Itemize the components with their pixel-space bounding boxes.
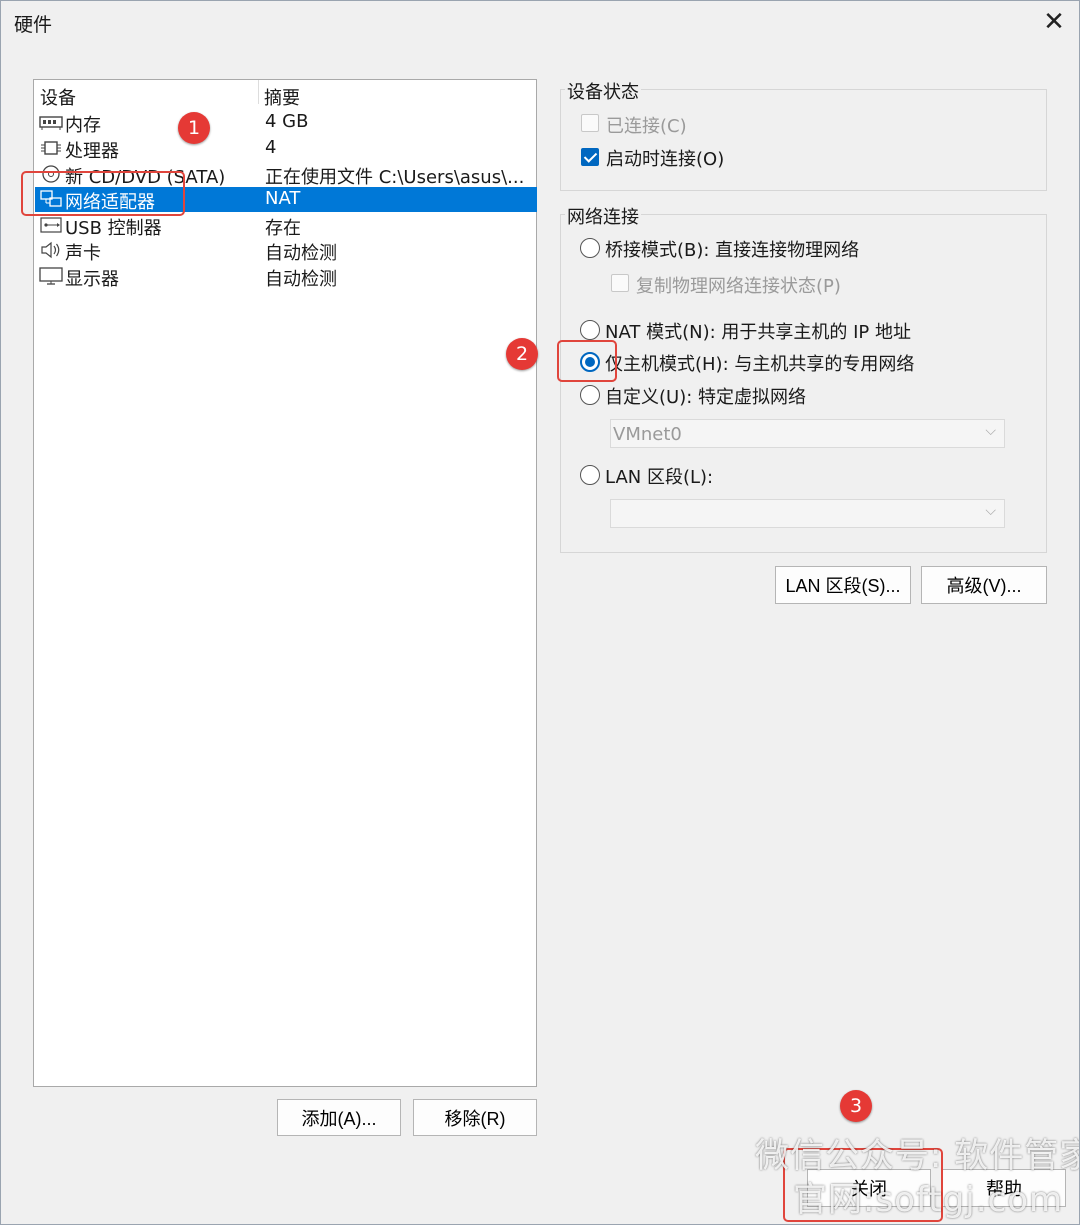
monitor-icon (39, 267, 63, 285)
device-summary: 自动检测 (265, 269, 337, 290)
network-connection-label: 网络连接 (565, 203, 641, 229)
device-status-label: 设备状态 (565, 78, 641, 104)
nat-mode-label[interactable]: NAT 模式(N): 用于共享主机的 IP 地址 (605, 318, 911, 344)
cd-dvd-icon (42, 165, 60, 183)
lan-segment-radio[interactable] (580, 465, 600, 485)
device-name: 新 CD/DVD (SATA) (65, 167, 226, 188)
device-summary: 自动检测 (265, 243, 337, 264)
annotation-badge-3: 3 (840, 1090, 872, 1122)
device-summary: 4 GB (265, 111, 309, 132)
annotation-badge-2: 2 (506, 338, 538, 370)
annotation-badge-1: 1 (178, 112, 210, 144)
cpu-icon (41, 141, 61, 155)
host-only-label[interactable]: 仅主机模式(H): 与主机共享的专用网络 (605, 350, 914, 376)
device-status-group (560, 89, 1047, 191)
chevron-down-icon: ⌵ (985, 503, 996, 519)
device-row-sound-card[interactable]: 声卡 自动检测 (35, 238, 537, 264)
connect-on-start-checkbox[interactable] (581, 148, 599, 166)
column-header-device[interactable]: 设备 (40, 84, 76, 110)
connect-on-start-label[interactable]: 启动时连接(O) (606, 145, 724, 171)
nat-mode-radio[interactable] (580, 320, 600, 340)
device-row-memory[interactable]: 内存 4 GB (35, 110, 537, 136)
lan-segment-select[interactable]: ⌵ (610, 499, 1005, 528)
advanced-button[interactable]: 高级(V)... (921, 566, 1047, 604)
device-name: 声卡 (65, 243, 101, 264)
device-row-cd-dvd[interactable]: 新 CD/DVD (SATA) 正在使用文件 C:\Users\asus\... (35, 162, 537, 188)
custom-network-label[interactable]: 自定义(U): 特定虚拟网络 (605, 383, 806, 409)
memory-icon (39, 116, 63, 130)
device-name: USB 控制器 (65, 218, 162, 239)
title-bar (0, 0, 1080, 46)
connected-checkbox[interactable] (581, 114, 599, 132)
device-list[interactable]: 设备 摘要 内存 4 GB 处理器 4 新 CD/DVD (SATA) 正在使用… (33, 79, 537, 1087)
device-name: 处理器 (65, 141, 119, 162)
column-divider[interactable] (258, 80, 259, 104)
lan-segments-button[interactable]: LAN 区段(S)... (775, 566, 911, 604)
chevron-down-icon: ⌵ (985, 423, 996, 439)
close-button[interactable]: 关闭 (807, 1169, 931, 1207)
window-title: 硬件 (14, 14, 53, 36)
custom-network-radio[interactable] (580, 385, 600, 405)
custom-network-select[interactable]: VMnet0 ⌵ (610, 419, 1005, 448)
device-row-usb[interactable]: USB 控制器 存在 (35, 213, 537, 239)
device-row-network-adapter[interactable]: 网络适配器 NAT (35, 187, 537, 213)
network-adapter-icon (40, 190, 62, 207)
device-summary: NAT (265, 188, 301, 209)
host-only-radio[interactable] (580, 352, 600, 372)
custom-network-value: VMnet0 (613, 424, 682, 445)
bridged-mode-radio[interactable] (580, 238, 600, 258)
device-name: 内存 (65, 115, 101, 136)
replicate-state-checkbox[interactable] (611, 274, 629, 292)
speaker-icon (41, 241, 60, 259)
column-header-summary[interactable]: 摘要 (264, 84, 300, 110)
device-row-processor[interactable]: 处理器 4 (35, 136, 537, 162)
remove-device-button[interactable]: 移除(R) (413, 1099, 537, 1136)
usb-icon (40, 217, 62, 233)
device-name: 显示器 (65, 269, 119, 290)
device-row-display[interactable]: 显示器 自动检测 (35, 264, 537, 290)
replicate-state-label: 复制物理网络连接状态(P) (636, 276, 841, 297)
connected-label: 已连接(C) (606, 116, 687, 137)
device-name: 网络适配器 (65, 192, 155, 213)
device-summary: 4 (265, 137, 277, 158)
help-button[interactable]: 帮助 (942, 1169, 1066, 1207)
device-summary: 正在使用文件 C:\Users\asus\... (265, 167, 525, 188)
add-device-button[interactable]: 添加(A)... (277, 1099, 401, 1136)
device-summary: 存在 (265, 218, 301, 239)
bridged-mode-label[interactable]: 桥接模式(B): 直接连接物理网络 (605, 236, 859, 262)
close-icon[interactable]: ✕ (1040, 8, 1068, 36)
lan-segment-label[interactable]: LAN 区段(L): (605, 463, 713, 489)
